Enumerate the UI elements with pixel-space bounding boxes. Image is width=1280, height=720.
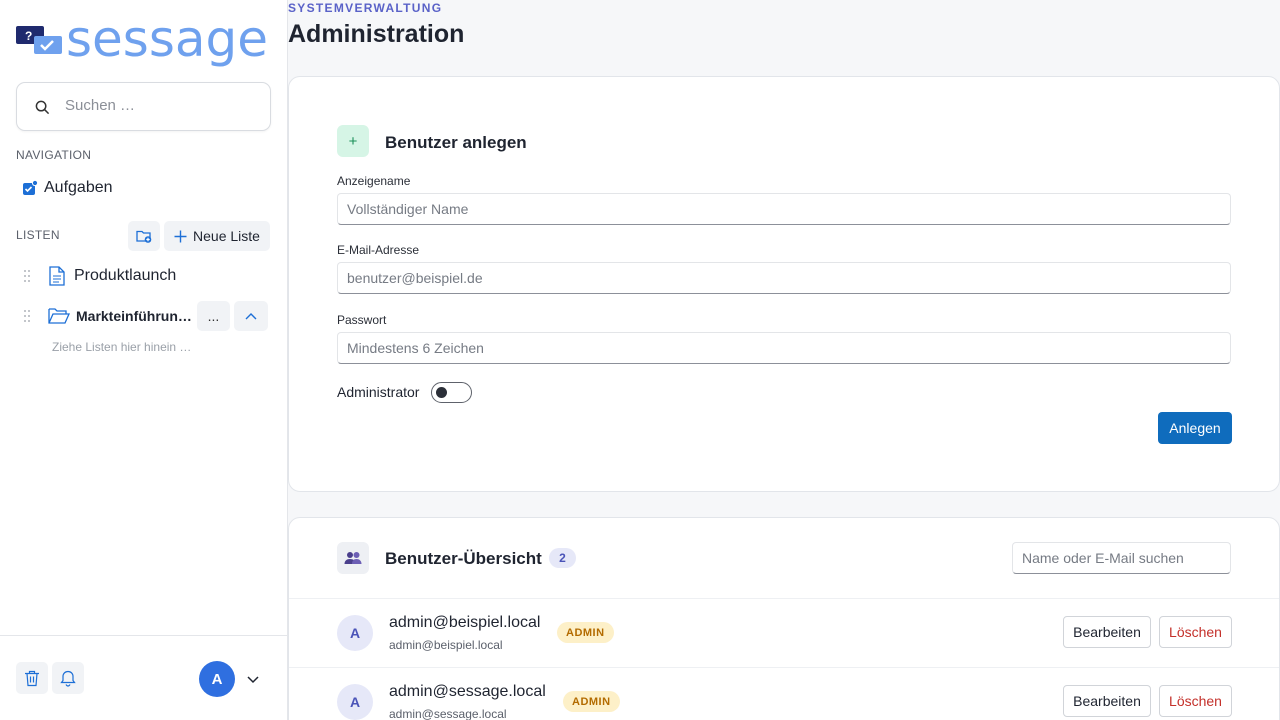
add-user-icon: + [337, 125, 369, 157]
email-input[interactable] [338, 263, 1230, 293]
create-user-button[interactable]: Anlegen [1158, 412, 1232, 444]
sidebar-search-input[interactable] [65, 97, 255, 114]
display-name-field[interactable] [337, 193, 1231, 225]
drag-handle-icon[interactable] [22, 309, 32, 323]
lists-section-label: LISTEN [16, 228, 60, 242]
user-email: admin@sessage.local [389, 707, 507, 720]
search-icon [35, 100, 50, 115]
new-list-button[interactable]: Neue Liste [164, 221, 270, 251]
user-avatar: A [337, 615, 373, 651]
folder-open-icon [48, 308, 70, 324]
admin-toggle-label: Administrator [337, 384, 420, 400]
document-icon [49, 266, 65, 286]
folder-add-icon [136, 230, 152, 243]
app-logo[interactable]: ? sessage [16, 10, 276, 68]
nav-item-aufgaben[interactable]: Aufgaben [22, 176, 222, 200]
chevron-up-icon [245, 313, 257, 320]
users-overview-title: Benutzer-Übersicht [385, 549, 542, 568]
list-more-button[interactable]: ... [197, 301, 230, 331]
toggle-knob [436, 387, 447, 398]
list-item-label: Produktlaunch [74, 267, 177, 284]
user-name: admin@beispiel.local [389, 614, 541, 631]
drag-handle-icon[interactable] [22, 269, 32, 283]
trash-button[interactable] [16, 662, 48, 694]
edit-user-button[interactable]: Bearbeiten [1063, 685, 1151, 717]
user-email: admin@beispiel.local [389, 638, 503, 652]
list-item-produktlaunch[interactable]: Produktlaunch [22, 262, 176, 290]
user-search-field[interactable] [1012, 542, 1231, 574]
user-avatar[interactable]: A [199, 661, 235, 697]
users-overview-card: Benutzer-Übersicht 2 A admin@beispiel.lo… [288, 517, 1280, 720]
create-user-card: + Benutzer anlegen Anzeigename E-Mail-Ad… [288, 76, 1280, 492]
svg-text:?: ? [25, 29, 32, 43]
sidebar-footer: A [0, 635, 288, 720]
admin-toggle[interactable] [431, 382, 472, 403]
page-title: Administration [288, 20, 465, 48]
display-name-label: Anzeigename [337, 174, 411, 188]
logo-wordmark: sessage [66, 10, 269, 68]
display-name-input[interactable] [338, 194, 1230, 224]
user-row: A admin@beispiel.local admin@beispiel.lo… [289, 598, 1279, 667]
nav-section-label: NAVIGATION [16, 148, 92, 162]
password-field[interactable] [337, 332, 1231, 364]
more-icon: ... [207, 308, 220, 324]
password-label: Passwort [337, 313, 387, 327]
sidebar-search[interactable] [16, 82, 271, 131]
user-name: admin@sessage.local [389, 683, 546, 700]
notifications-button[interactable] [52, 662, 84, 694]
sidebar: ? sessage NAVIGATION Aufgaben LISTEN [0, 0, 288, 720]
user-avatar: A [337, 684, 373, 720]
new-list-label: Neue Liste [193, 228, 260, 244]
chevron-down-icon[interactable] [246, 672, 260, 686]
password-input[interactable] [338, 333, 1230, 363]
delete-user-button[interactable]: Löschen [1159, 616, 1232, 648]
create-user-title: Benutzer anlegen [385, 133, 527, 152]
role-badge: ADMIN [557, 622, 614, 643]
list-item-markteinfuehrung[interactable]: Markteinführun… [22, 302, 192, 330]
nav-item-label: Aufgaben [44, 179, 113, 196]
tasks-icon [23, 180, 38, 195]
page-eyebrow: SYSTEMVERWALTUNG [288, 1, 443, 15]
user-search-input[interactable] [1013, 543, 1230, 573]
email-label: E-Mail-Adresse [337, 243, 420, 257]
list-item-label: Markteinführun… [76, 308, 192, 324]
list-collapse-button[interactable] [234, 301, 268, 331]
drop-hint: Ziehe Listen hier hinein … [52, 340, 192, 354]
user-count-badge: 2 [549, 548, 576, 568]
plus-icon [174, 230, 187, 242]
add-folder-button[interactable] [128, 221, 160, 251]
delete-user-button[interactable]: Löschen [1159, 685, 1232, 717]
role-badge: ADMIN [563, 691, 620, 712]
user-row: A admin@sessage.local admin@sessage.loca… [289, 667, 1279, 720]
users-icon [337, 542, 369, 574]
email-field[interactable] [337, 262, 1231, 294]
edit-user-button[interactable]: Bearbeiten [1063, 616, 1151, 648]
logo-mark-icon: ? [16, 26, 62, 54]
bell-icon [60, 670, 76, 687]
trash-icon [25, 670, 39, 686]
